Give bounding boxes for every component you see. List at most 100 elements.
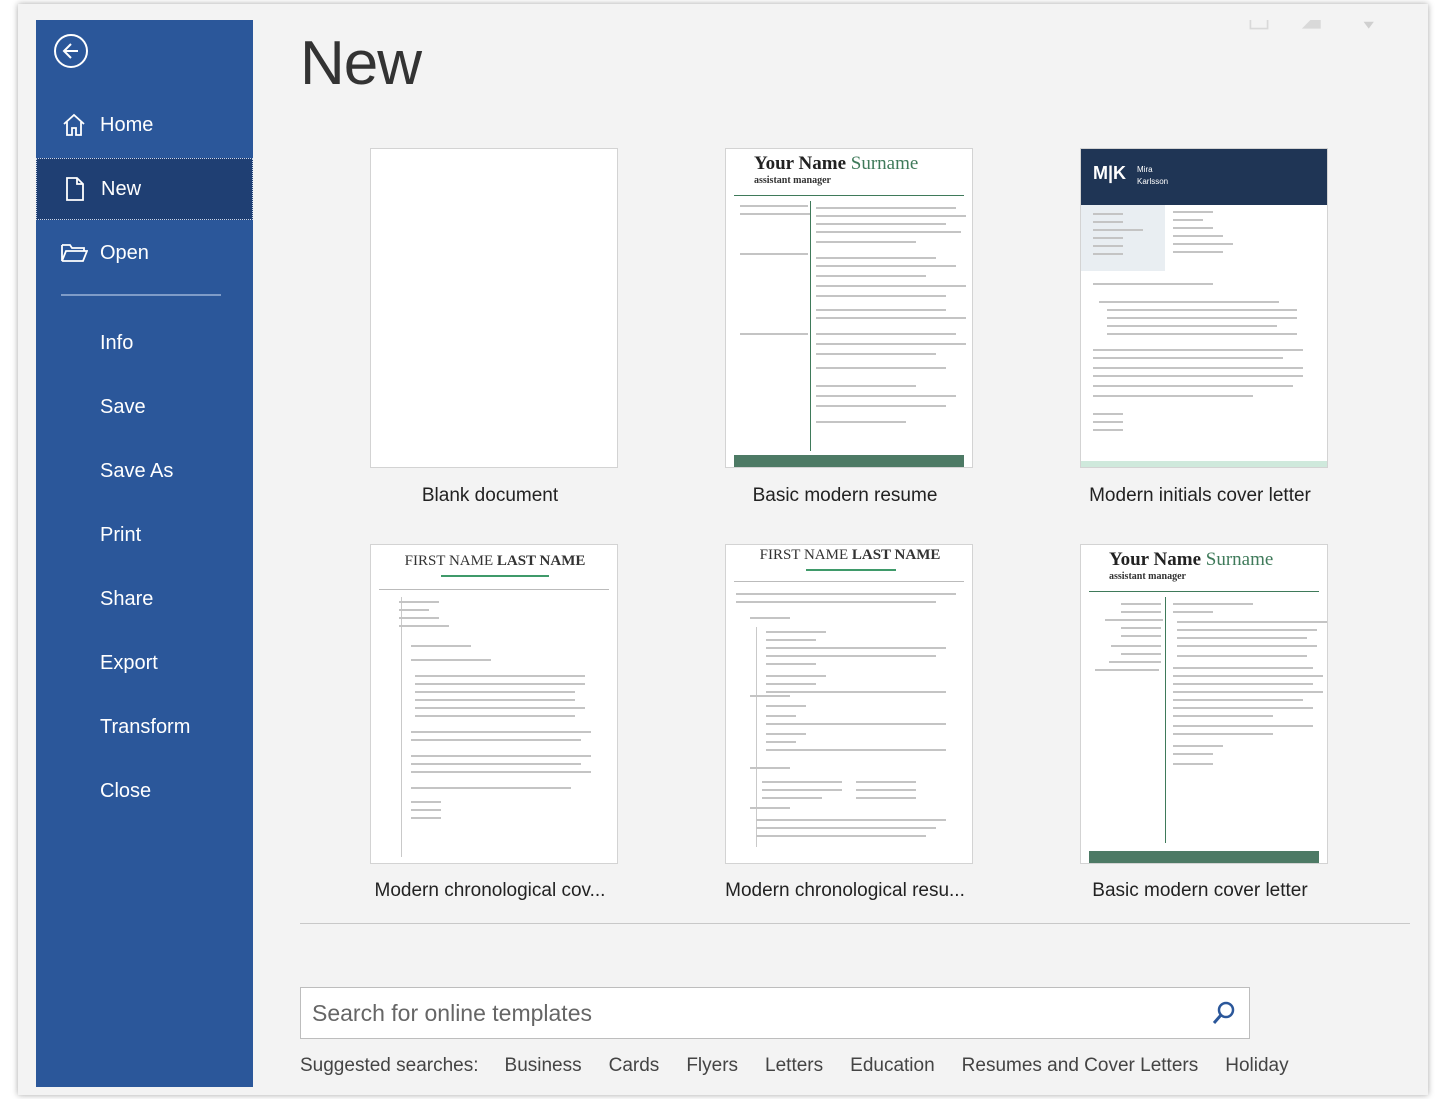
thumb-text-line xyxy=(816,295,946,297)
thumb-text-line xyxy=(766,663,816,665)
sidebar-item-transform[interactable]: Transform xyxy=(36,696,253,758)
sidebar-item-label: Transform xyxy=(100,715,191,738)
thumb-text-line xyxy=(1093,237,1123,239)
thumb-text-line xyxy=(856,781,916,783)
thumb-footer-bar xyxy=(1089,851,1319,863)
sidebar-item-label: Save xyxy=(100,395,146,418)
sidebar-item-close[interactable]: Close xyxy=(36,760,253,822)
thumb-text-line xyxy=(766,705,806,707)
sidebar-item-open[interactable]: Open xyxy=(36,222,253,284)
thumb-text-line xyxy=(1173,235,1223,237)
search-input[interactable] xyxy=(301,988,1181,1038)
thumb-text-line xyxy=(740,253,808,255)
sidebar-item-print[interactable]: Print xyxy=(36,504,253,566)
content-divider xyxy=(300,923,1410,924)
thumb-text-line xyxy=(1093,421,1123,423)
thumb-text-line xyxy=(816,257,936,259)
template-modern-chronological-resume[interactable]: FIRST NAME LAST NAME xyxy=(725,544,973,864)
thumb-text-line xyxy=(1121,635,1161,637)
sidebar-item-new[interactable]: New xyxy=(36,158,253,220)
thumb-text-line xyxy=(411,739,581,741)
thumb-text-line xyxy=(1093,283,1213,285)
thumb-text-line xyxy=(1093,245,1123,247)
thumb-text-line xyxy=(816,275,926,277)
sidebar-item-label: New xyxy=(101,177,142,200)
sidebar-item-save-as[interactable]: Save As xyxy=(36,440,253,502)
thumb-text-line xyxy=(816,223,946,225)
thumb-text-line xyxy=(816,385,916,387)
thumb-text-line xyxy=(740,333,808,335)
thumb-text-line xyxy=(766,631,826,633)
template-label: Basic modern cover letter xyxy=(1092,880,1308,901)
thumb-text-line xyxy=(1173,699,1303,701)
sidebar-item-home[interactable]: Home xyxy=(36,94,253,156)
thumb-body-text xyxy=(371,545,617,863)
thumb-text-line xyxy=(1093,395,1253,397)
thumb-text-line xyxy=(762,797,822,799)
thumb-text-line xyxy=(415,675,585,677)
thumb-text-line xyxy=(816,309,946,311)
sidebar-item-export[interactable]: Export xyxy=(36,632,253,694)
thumb-text-line xyxy=(415,707,585,709)
back-arrow-icon xyxy=(62,43,78,59)
suggested-business[interactable]: Business xyxy=(505,1055,582,1077)
suggested-education[interactable]: Education xyxy=(850,1055,935,1077)
thumb-text-line xyxy=(766,723,946,725)
thumb-text-line xyxy=(1093,385,1293,387)
template-basic-modern-resume[interactable]: Your Name Surname assistant manager xyxy=(725,148,973,468)
thumb-body-text xyxy=(726,149,972,467)
sidebar-item-label: Save As xyxy=(100,459,174,482)
back-button[interactable] xyxy=(54,34,88,68)
thumb-text-line xyxy=(1107,333,1297,335)
template-search-box[interactable] xyxy=(300,987,1250,1039)
sidebar-item-label: Home xyxy=(100,113,154,136)
template-label: Basic modern resume xyxy=(752,485,938,506)
suggested-cards[interactable]: Cards xyxy=(609,1055,660,1077)
thumb-text-line xyxy=(816,367,946,369)
thumb-text-line xyxy=(856,789,916,791)
suggested-flyers[interactable]: Flyers xyxy=(686,1055,738,1077)
template-basic-modern-cover-letter[interactable]: Your Name Surname assistant manager xyxy=(1080,544,1328,864)
thumb-text-line xyxy=(1093,229,1143,231)
template-modern-chronological-cover-letter[interactable]: FIRST NAME LAST NAME xyxy=(370,544,618,864)
thumb-text-line xyxy=(1093,213,1123,215)
thumb-text-line xyxy=(1177,621,1327,623)
suggested-searches: Suggested searches: Business Cards Flyer… xyxy=(300,1055,1316,1077)
thumb-text-line xyxy=(816,395,956,397)
thumb-text-line xyxy=(411,645,471,647)
thumb-body-text xyxy=(1081,545,1327,863)
thumb-text-line xyxy=(399,617,439,619)
sidebar-item-label: Export xyxy=(100,651,158,674)
thumb-text-line xyxy=(762,781,842,783)
thumb-text-line xyxy=(1173,753,1213,755)
thumb-text-line xyxy=(1173,691,1323,693)
thumb-text-line xyxy=(1177,655,1307,657)
thumb-text-line xyxy=(736,593,956,595)
thumb-text-line xyxy=(399,609,429,611)
sidebar-separator xyxy=(61,294,221,296)
thumb-text-line xyxy=(766,741,796,743)
suggested-resumes-and-cover-letters[interactable]: Resumes and Cover Letters xyxy=(962,1055,1199,1077)
thumb-text-line xyxy=(1093,253,1123,255)
thumb-text-line xyxy=(1173,675,1323,677)
template-label: Modern chronological cov... xyxy=(374,880,606,901)
thumb-text-line xyxy=(1173,667,1313,669)
sidebar-item-share[interactable]: Share xyxy=(36,568,253,630)
suggested-letters[interactable]: Letters xyxy=(765,1055,823,1077)
template-modern-initials-cover-letter[interactable]: M|K Mira Karlsson xyxy=(1080,148,1328,468)
thumb-text-line xyxy=(816,421,906,423)
thumb-text-line xyxy=(816,317,966,319)
sidebar-item-info[interactable]: Info xyxy=(36,312,253,374)
open-folder-icon xyxy=(60,239,88,267)
thumb-text-line xyxy=(415,715,575,717)
thumb-text-line xyxy=(1173,251,1223,253)
thumb-text-line xyxy=(411,659,491,661)
thumb-text-line xyxy=(750,695,790,697)
suggested-holiday[interactable]: Holiday xyxy=(1225,1055,1288,1077)
template-blank-document[interactable] xyxy=(370,148,618,468)
search-icon[interactable] xyxy=(1211,1000,1237,1026)
thumb-text-line xyxy=(756,819,946,821)
thumb-text-line xyxy=(1173,763,1213,765)
sidebar-item-save[interactable]: Save xyxy=(36,376,253,438)
thumb-text-line xyxy=(1173,227,1213,229)
